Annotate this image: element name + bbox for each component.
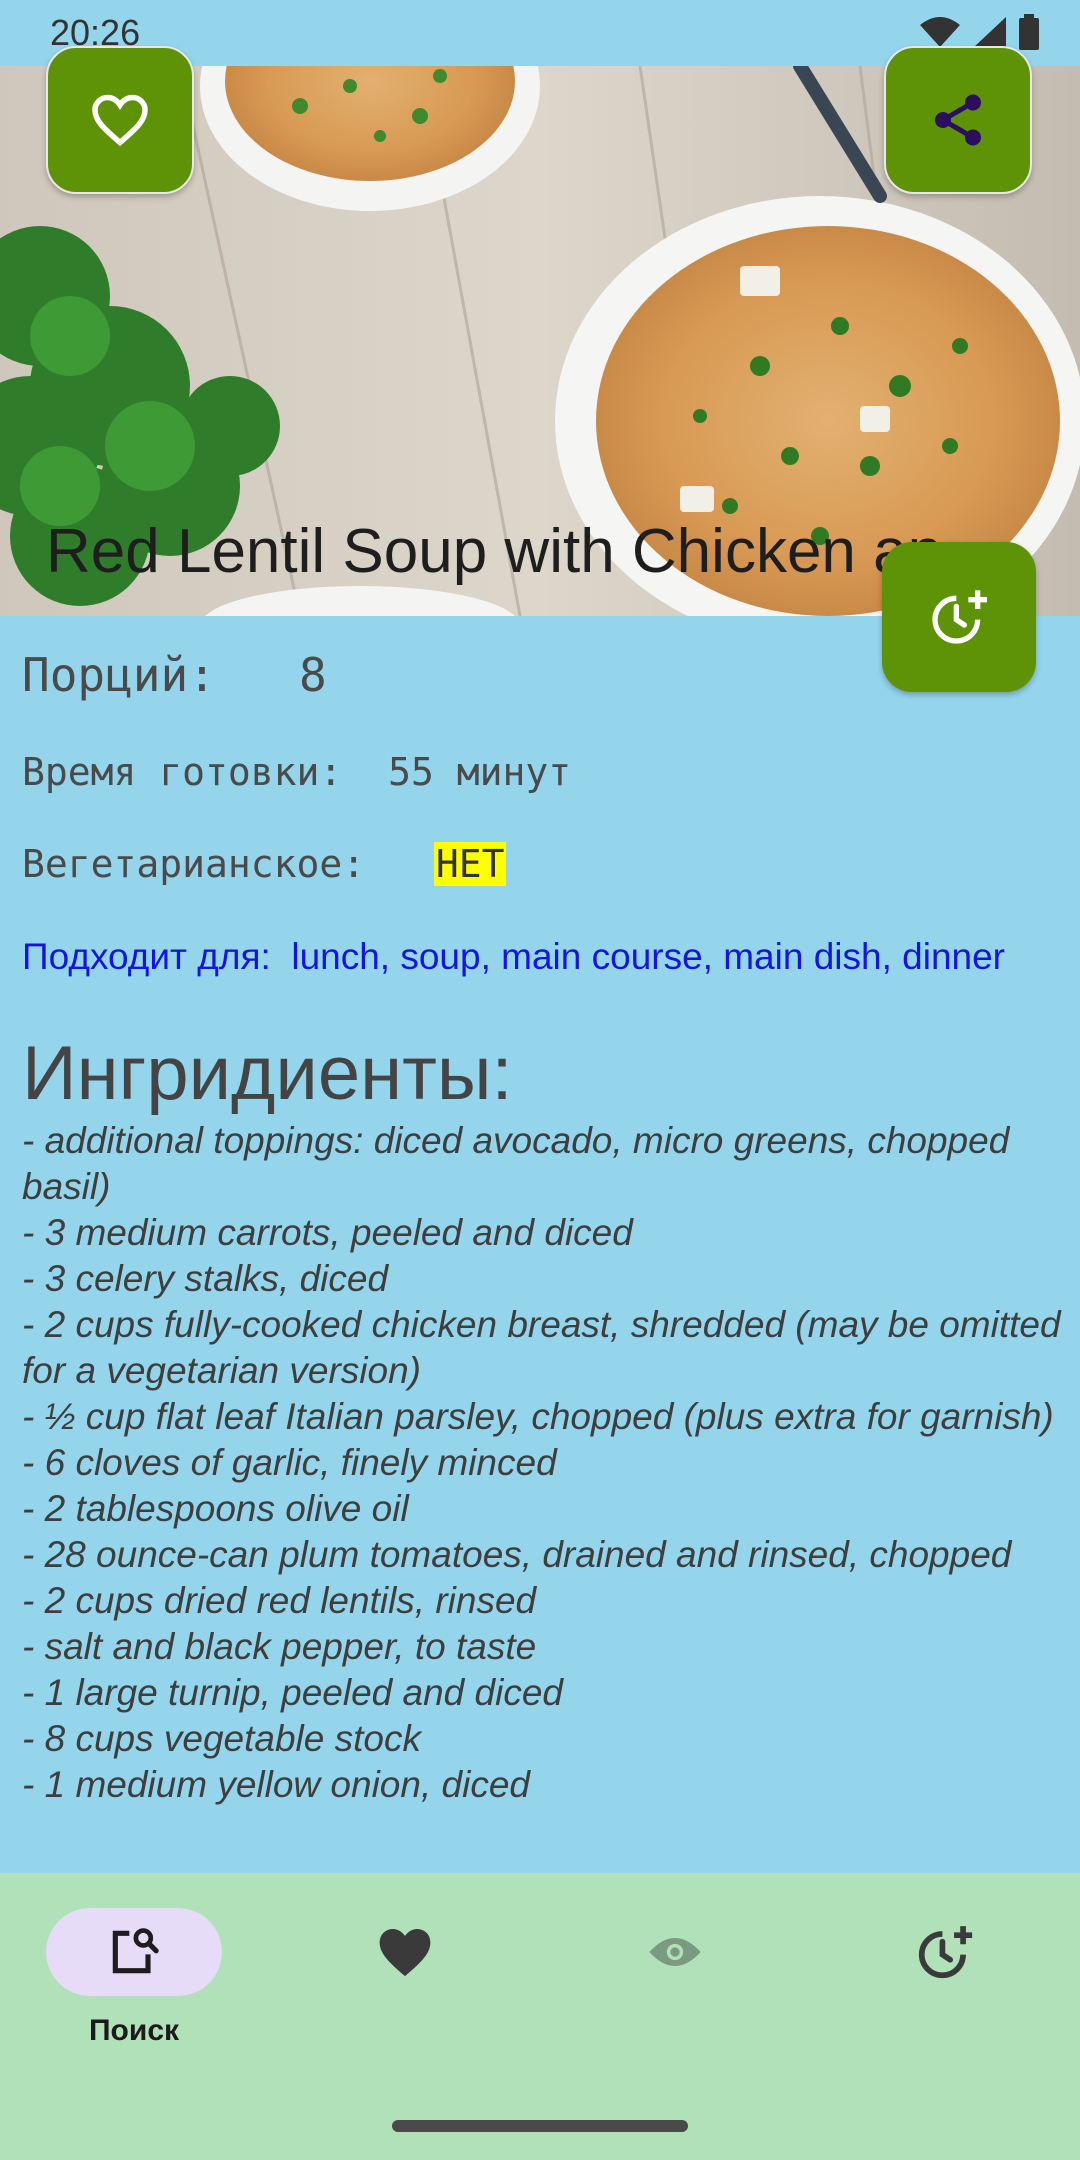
ingredient-item: - 3 celery stalks, diced xyxy=(22,1258,389,1299)
recipe-title: Red Lentil Soup with Chicken an xyxy=(46,517,943,586)
cook-time-label: Время готовки: xyxy=(22,750,343,794)
nav-item-favorites[interactable] xyxy=(305,1908,505,2068)
bottom-navigation: Поиск xyxy=(0,1873,1080,2160)
share-button[interactable] xyxy=(884,46,1032,194)
ingredient-item: - 2 cups fully-cooked chicken breast, sh… xyxy=(22,1304,1061,1391)
cell-signal-icon xyxy=(974,17,1006,47)
ingredient-item: - 1 large turnip, peeled and diced xyxy=(22,1672,563,1713)
portions-row: Порций: 8 xyxy=(22,648,327,702)
clock-plus-icon xyxy=(918,1926,973,1979)
status-icons xyxy=(918,14,1040,50)
ingredient-item: - 28 ounce-can plum tomatoes, drained an… xyxy=(22,1534,1012,1575)
vegetarian-label: Вегетарианское: xyxy=(22,842,366,886)
nav-icon-wrap xyxy=(857,1908,1033,1996)
ingredient-item: - ½ cup flat leaf Italian parsley, chopp… xyxy=(22,1396,1054,1437)
nav-icon-wrap xyxy=(317,1908,493,1996)
wifi-icon xyxy=(920,17,960,47)
ingredient-item: - 6 cloves of garlic, finely minced xyxy=(22,1442,557,1483)
ingredient-item: - 2 cups dried red lentils, rinsed xyxy=(22,1580,537,1621)
ingredient-item: - 2 tablespoons olive oil xyxy=(22,1488,409,1529)
suitable-label: Подходит для: xyxy=(22,936,271,977)
battery-icon xyxy=(1019,14,1039,50)
suitable-for-row: Подходит для: lunch, soup, main course, … xyxy=(22,936,1005,978)
nav-active-indicator xyxy=(46,1908,222,1996)
ingredients-title: Ингридиенты: xyxy=(22,1031,513,1116)
vegetarian-row: Вегетарианское: НЕТ xyxy=(22,842,507,886)
nav-item-search[interactable]: Поиск xyxy=(34,1908,234,2068)
suitable-value: lunch, soup, main course, main dish, din… xyxy=(291,936,1006,977)
nav-item-later[interactable] xyxy=(845,1908,1045,2068)
ingredient-item: - 1 medium yellow onion, diced xyxy=(22,1764,530,1805)
ingredient-item: - 8 cups vegetable stock xyxy=(22,1718,421,1759)
nav-icon-wrap xyxy=(587,1908,763,1996)
ingredients-list: - additional toppings: diced avocado, mi… xyxy=(22,1118,1062,1808)
eye-icon xyxy=(649,1938,701,1966)
heart-outline-icon xyxy=(92,94,148,147)
vegetarian-value: НЕТ xyxy=(433,842,507,886)
heart-filled-icon xyxy=(379,1929,431,1977)
cook-time-row: Время готовки: 55 минут xyxy=(22,750,571,794)
ingredient-item: - additional toppings: diced avocado, mi… xyxy=(22,1120,1010,1207)
add-to-later-button[interactable] xyxy=(882,542,1036,692)
nav-label-search: Поиск xyxy=(88,2014,180,2047)
ingredient-item: - salt and black pepper, to taste xyxy=(22,1626,537,1667)
portions-label: Порций: xyxy=(22,648,216,702)
nav-item-viewed[interactable] xyxy=(575,1908,775,2068)
share-icon xyxy=(935,94,981,146)
search-document-icon xyxy=(112,1928,159,1974)
recipe-detail-screen: 20:26 Red Lentil Soup with Chicken an По… xyxy=(0,0,1080,2160)
favorite-button[interactable] xyxy=(46,46,194,194)
home-indicator[interactable] xyxy=(392,2120,688,2132)
clock-plus-icon xyxy=(932,590,987,644)
portions-value: 8 xyxy=(298,648,327,702)
ingredient-item: - 3 medium carrots, peeled and diced xyxy=(22,1212,633,1253)
cook-time-value: 55 минут xyxy=(388,750,572,794)
